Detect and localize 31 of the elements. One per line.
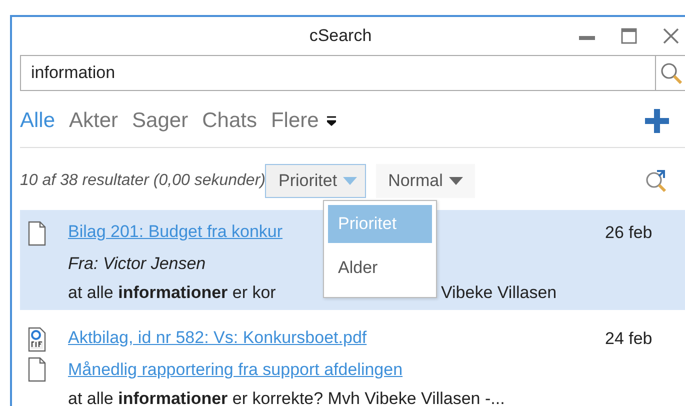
tab[interactable]: Flere — [270, 109, 336, 133]
search-icon[interactable] — [660, 62, 682, 84]
caret-icon — [343, 177, 358, 185]
add-icon[interactable] — [645, 109, 669, 133]
pdf-file-icon — [28, 326, 46, 352]
window-title: cSearch — [308, 26, 373, 46]
result-link[interactable]: Bilag 201: Budget fra konkur — [68, 222, 283, 241]
result-row[interactable]: Aktbilag, id nr 582: Vs: Konkursboet.pdf Månedlig rapportering fra support afdelingen at alle informationer er korrekte? Mvh Vibeke Villasen -... 24 feb — [20, 316, 685, 406]
snippet-text: at alle informationer er korrekte? Mvh Vibeke Villasen -... — [68, 389, 505, 406]
search-field[interactable]: information — [20, 55, 655, 91]
document-icon — [28, 357, 46, 382]
results-summary: 10 af 38 resultater (0,00 sekunder) — [20, 172, 266, 190]
result-link[interactable]: Månedlig rapportering fra support afdelingen — [68, 360, 403, 379]
caret-icon — [448, 177, 463, 185]
dropdown-icon — [326, 116, 336, 126]
sort-dropdown[interactable]: Prioritet — [265, 164, 366, 198]
sender-text: Fra: Victor Jensen — [68, 254, 206, 273]
tab[interactable]: Chats — [202, 109, 257, 133]
tab[interactable]: Sager — [132, 109, 188, 133]
refresh-search-icon[interactable] — [645, 169, 667, 193]
close-button[interactable] — [663, 28, 679, 44]
tab[interactable]: Alle — [20, 109, 56, 133]
result-link[interactable]: Aktbilag, id nr 582: Vs: Konkursboet.pdf — [68, 328, 367, 347]
document-icon — [28, 220, 46, 246]
snippet-text: at alle informationer er kor — [68, 282, 277, 304]
result-date: 26 feb — [605, 222, 654, 244]
snippet-text: Vibeke Villasen — [441, 283, 557, 302]
maximize-button[interactable] — [621, 28, 637, 44]
tab[interactable]: Akter — [69, 109, 118, 133]
result-date: 24 feb — [605, 328, 654, 350]
mode-dropdown[interactable]: Normal — [376, 164, 475, 198]
